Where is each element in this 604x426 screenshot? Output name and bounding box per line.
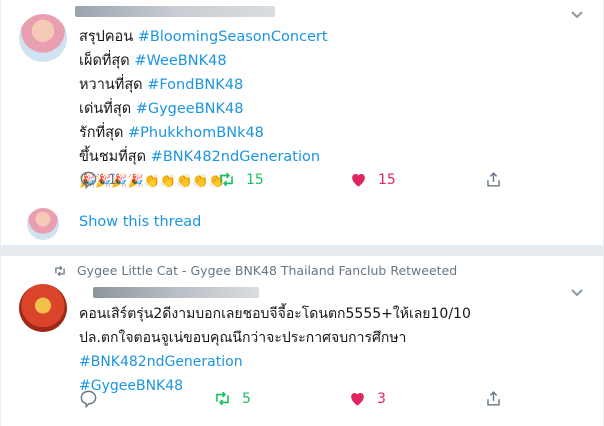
divider xyxy=(1,245,604,256)
like-button[interactable]: 15 xyxy=(349,170,396,189)
hashtag-link[interactable]: #BNK482ndGeneration xyxy=(79,350,471,374)
tweet-line: หวานที่สุด #FondBNK48 xyxy=(79,77,244,93)
like-count: 15 xyxy=(378,171,396,188)
heart-icon xyxy=(352,173,365,187)
chevron-down-icon[interactable] xyxy=(568,6,586,24)
retweet-button[interactable]: 15 xyxy=(217,170,264,189)
author-name-blurred xyxy=(93,287,259,298)
retweeted-by-text: Gygee Little Cat - Gygee BNK48 Thailand … xyxy=(77,263,458,278)
tweet-1[interactable]: สรุปคอน #BloomingSeasonConcert เผ็ดที่สุ… xyxy=(1,0,604,204)
avatar-small xyxy=(27,208,59,240)
author-name-blurred xyxy=(75,6,275,17)
tweet-2[interactable]: Gygee Little Cat - Gygee BNK48 Thailand … xyxy=(1,256,604,426)
hashtag-link[interactable]: #FondBNK48 xyxy=(147,77,243,93)
hashtag-link[interactable]: #WeeBNK48 xyxy=(134,53,226,69)
avatar[interactable] xyxy=(19,284,67,332)
retweet-button[interactable]: 5 xyxy=(213,389,251,408)
retweet-icon xyxy=(220,172,233,187)
like-count: 3 xyxy=(377,390,386,407)
tweet-line: ปล.ตกใจตอนจูเน่ขอบคุณนึกว่าจะประกาศจบการ… xyxy=(79,330,407,346)
show-thread-row[interactable]: Show this thread xyxy=(1,204,604,244)
hashtag-link[interactable]: #GygeeBNK48 xyxy=(136,101,244,117)
reply-icon xyxy=(80,171,97,189)
retweet-count: 5 xyxy=(242,390,251,407)
reply-button[interactable] xyxy=(79,389,108,408)
reply-count: 1 xyxy=(108,171,117,188)
tweet-line: เผ็ดที่สุด #WeeBNK48 xyxy=(79,53,227,69)
hashtag-link[interactable]: #GygeeBNK48 xyxy=(79,374,471,398)
share-icon xyxy=(487,172,500,187)
timeline: สรุปคอน #BloomingSeasonConcert เผ็ดที่สุ… xyxy=(0,0,604,426)
show-thread-link[interactable]: Show this thread xyxy=(79,214,201,230)
tweet-line: คอนเสิร์ตรุ่น2ดีงามบอกเลยชอบจีจี้อะโดนตก… xyxy=(79,306,471,322)
hashtag-link[interactable]: #PhukkhomBNk48 xyxy=(128,125,264,141)
avatar[interactable] xyxy=(19,14,67,62)
share-icon xyxy=(487,391,500,406)
retweet-count: 15 xyxy=(246,171,264,188)
hashtag-link[interactable]: #BloomingSeasonConcert xyxy=(138,29,328,45)
tweet-line: เด่นที่สุด #GygeeBNK48 xyxy=(79,101,244,117)
share-button[interactable] xyxy=(484,170,503,189)
reply-button[interactable]: 1 xyxy=(79,170,117,189)
tweet-line: ขึ้นชมที่สุด #BNK482ndGeneration xyxy=(79,149,321,165)
retweet-small-icon xyxy=(55,265,65,276)
retweet-icon xyxy=(216,391,229,406)
share-button[interactable] xyxy=(484,389,503,408)
reply-icon xyxy=(80,390,97,408)
heart-icon xyxy=(351,392,364,406)
tweet-line: รักที่สุด #PhukkhomBNk48 xyxy=(79,125,264,141)
hashtag-link[interactable]: #BNK482ndGeneration xyxy=(151,149,320,165)
tweet-line: สรุปคอน #BloomingSeasonConcert xyxy=(79,29,328,45)
retweeted-by-bar: Gygee Little Cat - Gygee BNK48 Thailand … xyxy=(53,263,457,278)
like-button[interactable]: 3 xyxy=(348,389,386,408)
chevron-down-icon[interactable] xyxy=(568,284,586,302)
tweet-text: คอนเสิร์ตรุ่น2ดีงามบอกเลยชอบจีจี้อะโดนตก… xyxy=(79,302,471,398)
